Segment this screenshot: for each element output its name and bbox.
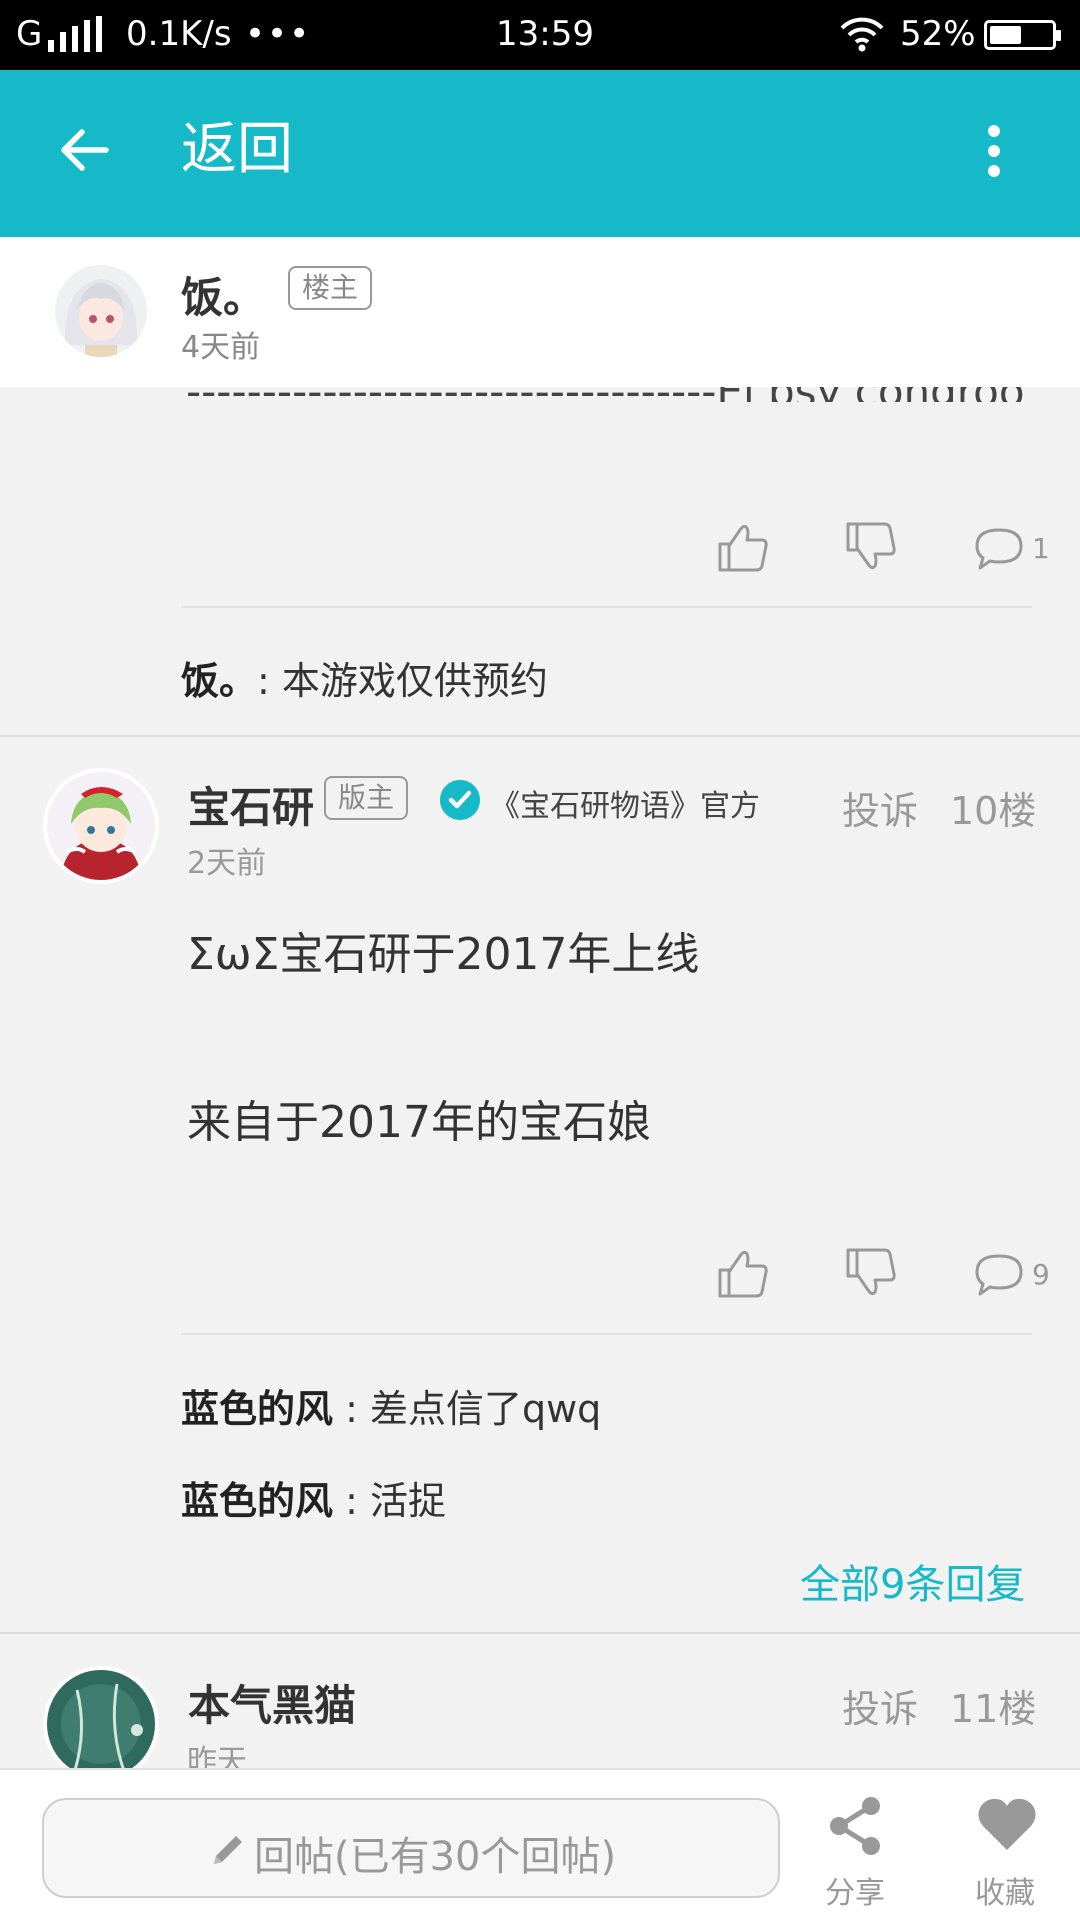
comment-count: 1 — [1032, 532, 1050, 565]
post-timestamp: 2天前 — [187, 846, 267, 881]
op-header — [0, 237, 1080, 387]
reply-text: : 活捉 — [333, 1479, 446, 1523]
official-label: 《宝石研物语》官方 — [490, 789, 760, 824]
status-bar: G 0.1K/s ••• 13:59 52% — [0, 0, 1080, 70]
moderator-badge: 版主 — [324, 776, 409, 820]
post-avatar[interactable] — [43, 768, 159, 884]
favorite-button[interactable]: 收藏 — [950, 1786, 1060, 1911]
floor-number: 10楼 — [950, 789, 1037, 833]
reply-text: : 本游戏仅供预约 — [257, 659, 548, 703]
reply-preview[interactable]: 饭。: 本游戏仅供预约 — [181, 650, 548, 705]
reply-placeholder: 回帖(已有30个回帖) — [254, 1834, 617, 1880]
wifi-icon — [840, 17, 884, 52]
reply-preview[interactable]: 蓝色的风 : 差点信了qwq — [181, 1378, 601, 1433]
post-body-line: ΣωΣ宝石研于2017年上线 — [187, 929, 700, 980]
favorite-label: 收藏 — [975, 1876, 1035, 1911]
share-button[interactable]: 分享 — [800, 1786, 910, 1911]
thumbs-up-icon[interactable] — [716, 1246, 770, 1300]
post-divider — [0, 1632, 1080, 1634]
report-link[interactable]: 投诉 — [842, 780, 918, 835]
op-timestamp: 4天前 — [181, 330, 261, 365]
signal-icon — [48, 16, 102, 52]
back-title[interactable]: 返回 — [181, 116, 293, 184]
divider — [181, 606, 1032, 608]
divider — [181, 1333, 1032, 1335]
avatar-image — [55, 265, 147, 357]
report-link[interactable]: 投诉 — [842, 1678, 918, 1733]
more-notifications: ••• — [245, 14, 312, 54]
avatar-image — [47, 1670, 155, 1778]
network-speed: 0.1K/s — [126, 14, 232, 54]
post-avatar[interactable] — [43, 1666, 159, 1782]
more-vertical-icon[interactable] — [988, 125, 1002, 177]
bottom-action-bar: 回帖(已有30个回帖) 分享 收藏 — [0, 1768, 1080, 1920]
comment-count: 9 — [1032, 1258, 1050, 1291]
thumbs-down-icon[interactable] — [844, 520, 898, 574]
floor-number: 11楼 — [950, 1687, 1037, 1731]
reply-username[interactable]: 饭。 — [181, 659, 257, 703]
app-toolbar: 返回 — [0, 70, 1080, 237]
battery-percent: 52% — [900, 14, 976, 54]
battery-level — [990, 26, 1021, 44]
post-username[interactable]: 本气黑猫 — [188, 1672, 356, 1733]
comment-icon[interactable] — [972, 522, 1026, 576]
verified-icon — [440, 780, 480, 820]
reply-username[interactable]: 蓝色的风 — [181, 1387, 333, 1431]
post-divider — [0, 735, 1080, 737]
reply-input[interactable]: 回帖(已有30个回帖) — [42, 1798, 780, 1898]
all-replies-link[interactable]: 全部9条回复 — [800, 1552, 1025, 1610]
carrier-label: G — [16, 14, 43, 54]
post-body-line: 来自于2017年的宝石娘 — [187, 1097, 651, 1148]
share-label: 分享 — [825, 1876, 885, 1911]
op-badge: 楼主 — [288, 266, 373, 310]
share-icon — [830, 1797, 880, 1855]
reply-preview[interactable]: 蓝色的风 : 活捉 — [181, 1470, 446, 1525]
thumbs-up-icon[interactable] — [716, 520, 770, 574]
post-username[interactable]: 宝石研 — [188, 774, 314, 835]
reply-text: : 差点信了qwq — [333, 1387, 602, 1431]
battery-icon — [984, 20, 1061, 50]
comment-icon[interactable] — [972, 1248, 1026, 1302]
arrow-left-icon[interactable] — [56, 122, 112, 178]
avatar-image — [47, 772, 155, 880]
thumbs-down-icon[interactable] — [844, 1246, 898, 1300]
op-username[interactable]: 饭。 — [181, 264, 265, 325]
clock: 13:59 — [496, 14, 594, 54]
reply-username[interactable]: 蓝色的风 — [181, 1479, 333, 1523]
pencil-icon — [214, 1836, 242, 1864]
heart-icon — [978, 1798, 1036, 1850]
op-avatar[interactable] — [52, 262, 150, 360]
